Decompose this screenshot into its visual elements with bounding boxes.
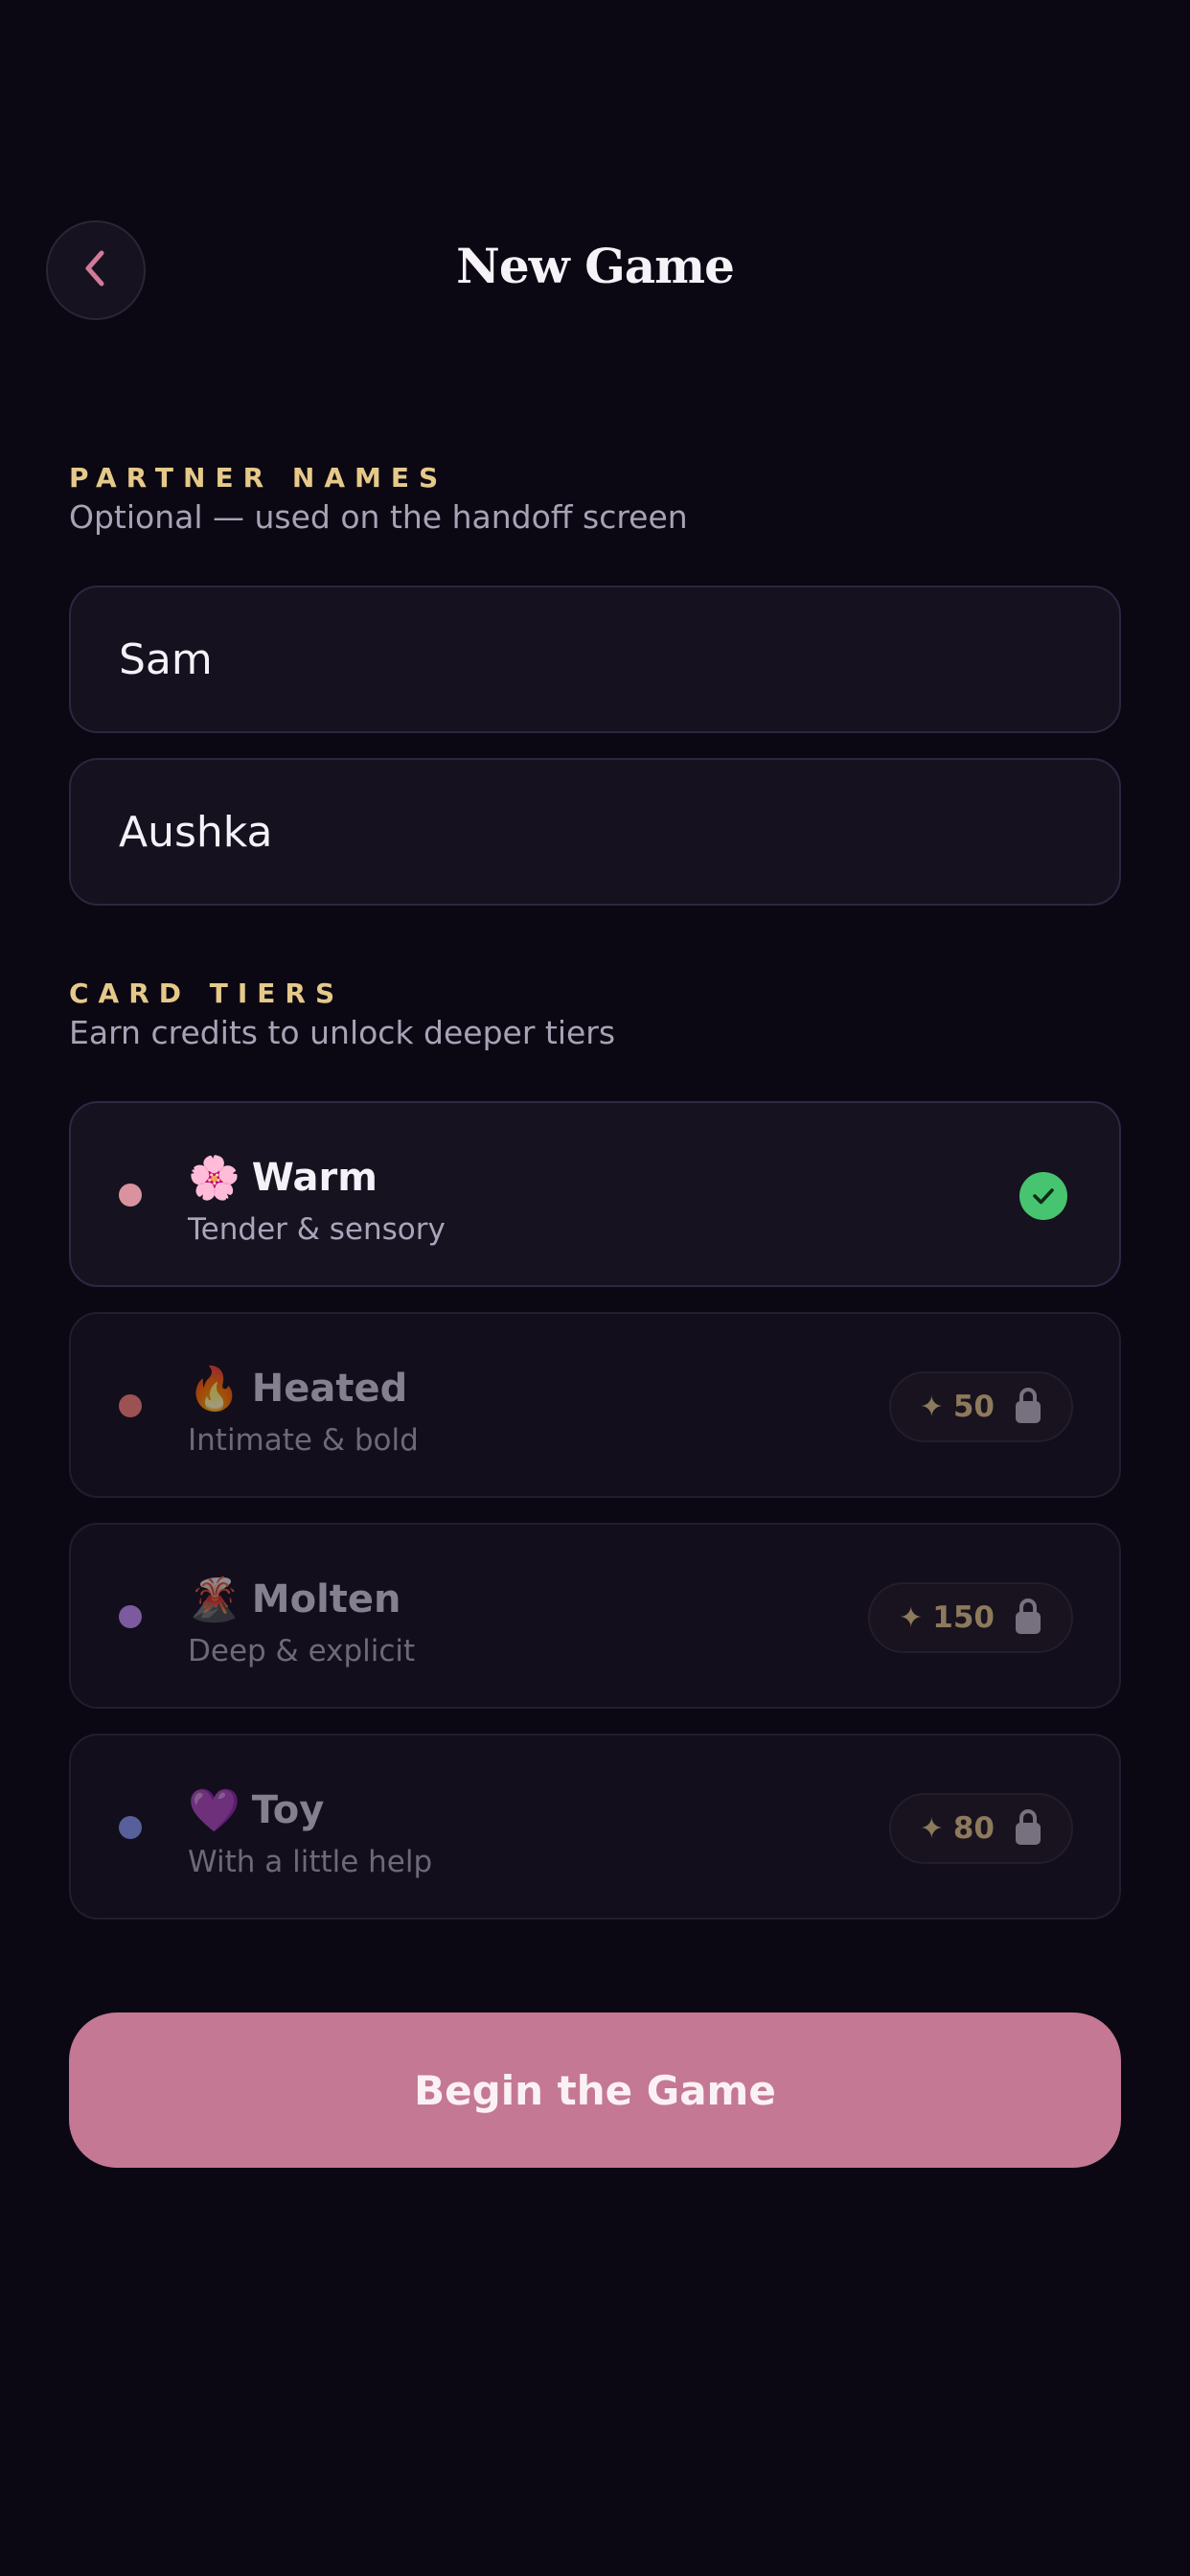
tier-color-dot bbox=[119, 1605, 142, 1628]
card-tiers-subtitle: Earn credits to unlock deeper tiers bbox=[69, 1014, 616, 1051]
tier-emoji: 🌋 bbox=[188, 1576, 240, 1624]
tier-color-dot bbox=[119, 1394, 142, 1417]
sparkle-icon: ✦ bbox=[919, 1390, 944, 1424]
tier-emoji: 💜 bbox=[188, 1786, 240, 1835]
tier-description: Tender & sensory bbox=[188, 1212, 446, 1247]
tier-name: Heated bbox=[251, 1367, 408, 1411]
tier-description: Intimate & bold bbox=[188, 1423, 419, 1458]
sparkle-icon: ✦ bbox=[919, 1811, 944, 1846]
tier-title: 🔥 Heated bbox=[188, 1364, 407, 1414]
unlock-cost-pill[interactable]: ✦ 80 bbox=[888, 1793, 1073, 1864]
tier-description: With a little help bbox=[188, 1845, 433, 1879]
tier-name: Molten bbox=[251, 1577, 401, 1622]
sparkle-icon: ✦ bbox=[899, 1600, 924, 1635]
tier-color-dot bbox=[119, 1184, 142, 1207]
partner-one-field[interactable] bbox=[69, 586, 1121, 733]
unlock-cost: 50 bbox=[952, 1390, 995, 1424]
lock-icon bbox=[1014, 1596, 1042, 1640]
tier-color-dot bbox=[119, 1816, 142, 1839]
tier-card-molten[interactable]: 🌋 Molten Deep & explicit ✦ 150 bbox=[69, 1523, 1121, 1709]
tier-emoji: 🌸 bbox=[188, 1154, 240, 1203]
unlock-cost-pill[interactable]: ✦ 150 bbox=[868, 1582, 1073, 1653]
partner-names-label: PARTNER NAMES bbox=[69, 462, 448, 494]
begin-game-button[interactable]: Begin the Game bbox=[69, 2012, 1121, 2168]
tier-card-warm[interactable]: 🌸 Warm Tender & sensory bbox=[69, 1101, 1121, 1287]
checkmark-icon bbox=[1019, 1172, 1067, 1220]
tier-card-toy[interactable]: 💜 Toy With a little help ✦ 80 bbox=[69, 1734, 1121, 1920]
tier-name: Toy bbox=[251, 1788, 325, 1832]
tier-title: 🌋 Molten bbox=[188, 1575, 401, 1624]
tier-emoji: 🔥 bbox=[188, 1365, 240, 1414]
page-title: New Game bbox=[456, 238, 735, 294]
unlock-cost: 150 bbox=[932, 1600, 995, 1635]
lock-icon bbox=[1014, 1385, 1042, 1429]
partner-names-subtitle: Optional — used on the handoff screen bbox=[69, 498, 688, 536]
card-tiers-label: CARD TIERS bbox=[69, 978, 345, 1009]
unlock-cost-pill[interactable]: ✦ 50 bbox=[888, 1371, 1073, 1442]
tier-title: 💜 Toy bbox=[188, 1785, 324, 1835]
partner-two-field[interactable] bbox=[69, 758, 1121, 906]
tier-name: Warm bbox=[251, 1156, 378, 1200]
unlock-cost: 80 bbox=[952, 1811, 995, 1846]
tier-description: Deep & explicit bbox=[188, 1634, 416, 1668]
tier-title: 🌸 Warm bbox=[188, 1153, 378, 1203]
lock-icon bbox=[1014, 1806, 1042, 1851]
tier-card-heated[interactable]: 🔥 Heated Intimate & bold ✦ 50 bbox=[69, 1312, 1121, 1498]
